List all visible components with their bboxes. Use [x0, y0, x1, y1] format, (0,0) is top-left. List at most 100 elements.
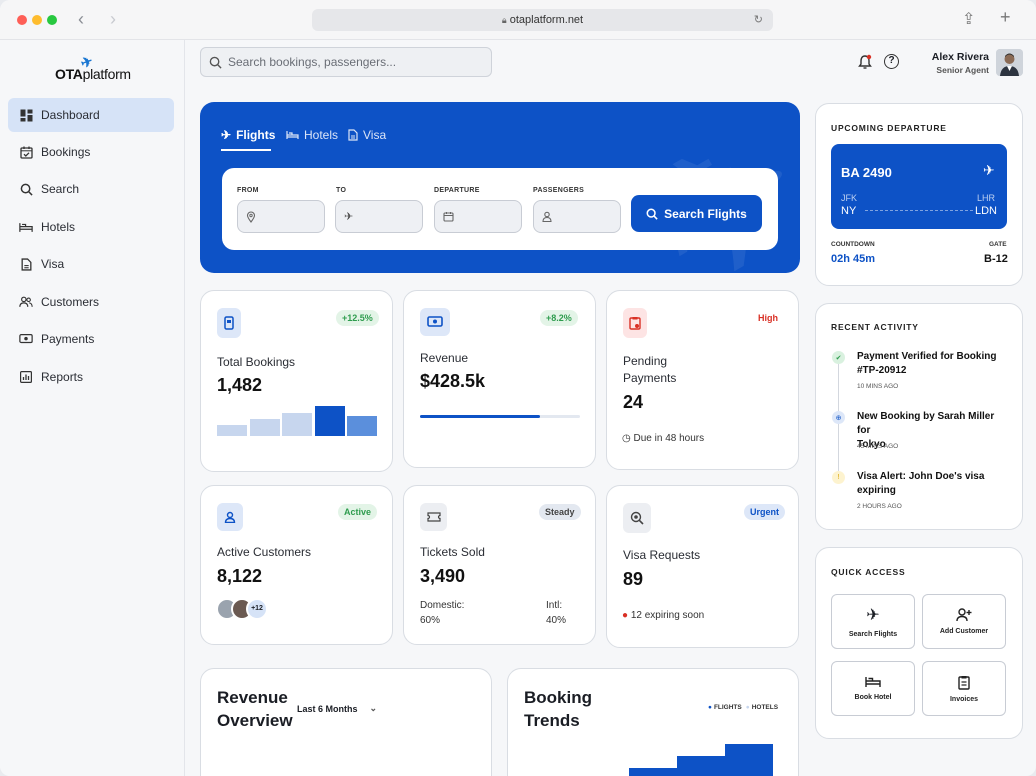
- visa-expiring-text: 12 expiring soon: [630, 610, 705, 621]
- domestic-value: 60%: [420, 615, 441, 626]
- logo-bold-text: OTA: [55, 66, 83, 82]
- intl-label: Intl:: [546, 600, 563, 611]
- app-logo[interactable]: ✈ OTAplatform: [55, 53, 131, 82]
- global-search-input[interactable]: Search bookings, passengers...: [200, 47, 492, 77]
- tab-hotels[interactable]: Hotels: [286, 128, 338, 142]
- activity-1-time: 10 MINS AGO: [857, 383, 899, 390]
- from-input[interactable]: [237, 200, 325, 233]
- pending-priority-badge: High: [758, 313, 778, 323]
- quick-add-customer-button[interactable]: Add Customer: [922, 594, 1006, 649]
- active-tab-indicator: [221, 149, 271, 151]
- chevron-down-icon: ⌄: [369, 703, 378, 713]
- sidebar-item-label: Payments: [41, 332, 95, 346]
- sidebar-item-label: Search: [41, 182, 80, 196]
- sidebar-item-search[interactable]: Search: [8, 172, 174, 206]
- departure-date-input[interactable]: [434, 200, 522, 233]
- person-icon: [542, 211, 552, 222]
- landing-plane-icon: ✈︎: [983, 162, 995, 178]
- share-icon[interactable]: ⇪: [962, 9, 975, 29]
- close-window-dot[interactable]: [17, 15, 27, 25]
- sidebar: ✈ OTAplatform Dashboard Bookings Search Hot…: [0, 40, 185, 776]
- bookings-bar: [314, 406, 345, 436]
- new-tab-icon[interactable]: +: [1000, 7, 1011, 28]
- activity-item-1[interactable]: Payment Verified for Booking #TP-20912: [857, 350, 1007, 378]
- activity-1-line1: Payment Verified for Booking: [857, 351, 997, 362]
- reload-icon[interactable]: ↻: [754, 9, 763, 31]
- sidebar-item-bookings[interactable]: Bookings: [8, 135, 174, 169]
- search-icon: [209, 56, 222, 69]
- sidebar-item-reports[interactable]: Reports: [8, 360, 174, 394]
- quick-book-hotel-button[interactable]: Book Hotel: [831, 661, 915, 716]
- total-bookings-value: 1,482: [217, 375, 263, 395]
- to-input[interactable]: ✈︎: [335, 200, 423, 233]
- document-icon: [19, 257, 33, 271]
- passengers-input[interactable]: [533, 200, 621, 233]
- sidebar-item-label: Dashboard: [41, 108, 100, 122]
- revenue-label: Revenue: [420, 351, 469, 365]
- visa-expiring-note: ● 12 expiring soon: [622, 610, 704, 621]
- add-user-icon: [956, 608, 972, 622]
- hotels-legend-label: HOTELS: [751, 704, 779, 711]
- visa-search-icon: [623, 503, 651, 533]
- sidebar-item-payments[interactable]: Payments: [8, 322, 174, 356]
- tab-hotels-label: Hotels: [304, 128, 339, 142]
- domestic-label: Domestic:: [420, 600, 465, 611]
- active-customers-value: 8,122: [217, 566, 263, 586]
- bookings-bar: [249, 419, 280, 436]
- visa-requests-label: Visa Requests: [623, 548, 701, 562]
- total-bookings-label: Total Bookings: [217, 355, 296, 369]
- activity-3-time: 2 HOURS AGO: [857, 503, 902, 510]
- tab-visa[interactable]: Visa: [348, 128, 386, 142]
- quick-invoices-button[interactable]: Invoices: [922, 661, 1006, 716]
- activity-2-time: 45 MINS AGO: [857, 443, 899, 450]
- activity-item-3[interactable]: Visa Alert: John Doe's visa expiring: [857, 470, 1007, 498]
- help-icon[interactable]: ?: [884, 54, 899, 69]
- bookings-bar: [217, 425, 247, 436]
- revenue-change-badge: +8.2%: [540, 310, 578, 326]
- quick-search-flights-label: Search Flights: [848, 631, 898, 638]
- flights-legend-dot: ●: [708, 704, 712, 711]
- landing-plane-icon: ✈︎: [344, 211, 354, 223]
- quick-add-customer-label: Add Customer: [939, 628, 989, 635]
- location-pin-icon: [246, 210, 256, 223]
- tab-flights[interactable]: ✈ Flights: [221, 128, 275, 142]
- countdown-value: 02h 45m: [831, 253, 876, 265]
- pending-due-note: ◷ Due in 48 hours: [622, 433, 704, 444]
- flights-legend-label: FLIGHTS: [713, 704, 742, 711]
- tickets-sold-label: Tickets Sold: [420, 545, 485, 559]
- sidebar-item-label: Bookings: [41, 145, 91, 159]
- sidebar-item-visa[interactable]: Visa: [8, 247, 174, 281]
- maximize-window-dot[interactable]: [47, 15, 57, 25]
- tickets-sold-value: 3,490: [420, 566, 466, 586]
- sidebar-item-label: Reports: [41, 370, 84, 384]
- plane-icon: ✈: [866, 607, 880, 624]
- active-customers-label: Active Customers: [217, 545, 312, 559]
- sidebar-item-customers[interactable]: Customers: [8, 285, 174, 319]
- passengers-label: PASSENGERS: [533, 187, 585, 194]
- to-label: TO: [336, 187, 347, 194]
- back-icon[interactable]: ‹: [78, 9, 84, 30]
- forward-icon[interactable]: ›: [110, 9, 116, 30]
- sidebar-item-hotels[interactable]: Hotels: [8, 210, 174, 244]
- minimize-window-dot[interactable]: [32, 15, 42, 25]
- clipboard-alert-icon: [623, 308, 647, 338]
- address-bar[interactable]: 🔒︎ otaplatform.net ↻: [312, 9, 773, 31]
- origin-code: JFK: [841, 193, 858, 203]
- trend-bar-1: [629, 768, 677, 776]
- trend-bar-2: [677, 756, 725, 776]
- bed-icon: [865, 677, 881, 687]
- user-avatar[interactable]: [996, 49, 1023, 76]
- quick-search-flights-button[interactable]: ✈ Search Flights: [831, 594, 915, 649]
- departure-label: DEPARTURE: [434, 187, 480, 194]
- search-placeholder: Search bookings, passengers...: [228, 55, 397, 69]
- bookings-bar: [347, 416, 377, 436]
- quick-book-hotel-label: Book Hotel: [854, 694, 892, 701]
- sidebar-item-dashboard[interactable]: Dashboard: [8, 98, 174, 132]
- clock-icon: ◷: [622, 433, 631, 444]
- route-line: [865, 210, 973, 211]
- bookings-bar: [282, 413, 312, 436]
- dashboard-icon: [19, 108, 33, 122]
- revenue-range-select[interactable]: Last 6 Months ⌄: [297, 703, 377, 714]
- notification-bell-icon[interactable]: [858, 54, 872, 70]
- search-flights-button[interactable]: Search Flights: [631, 195, 762, 232]
